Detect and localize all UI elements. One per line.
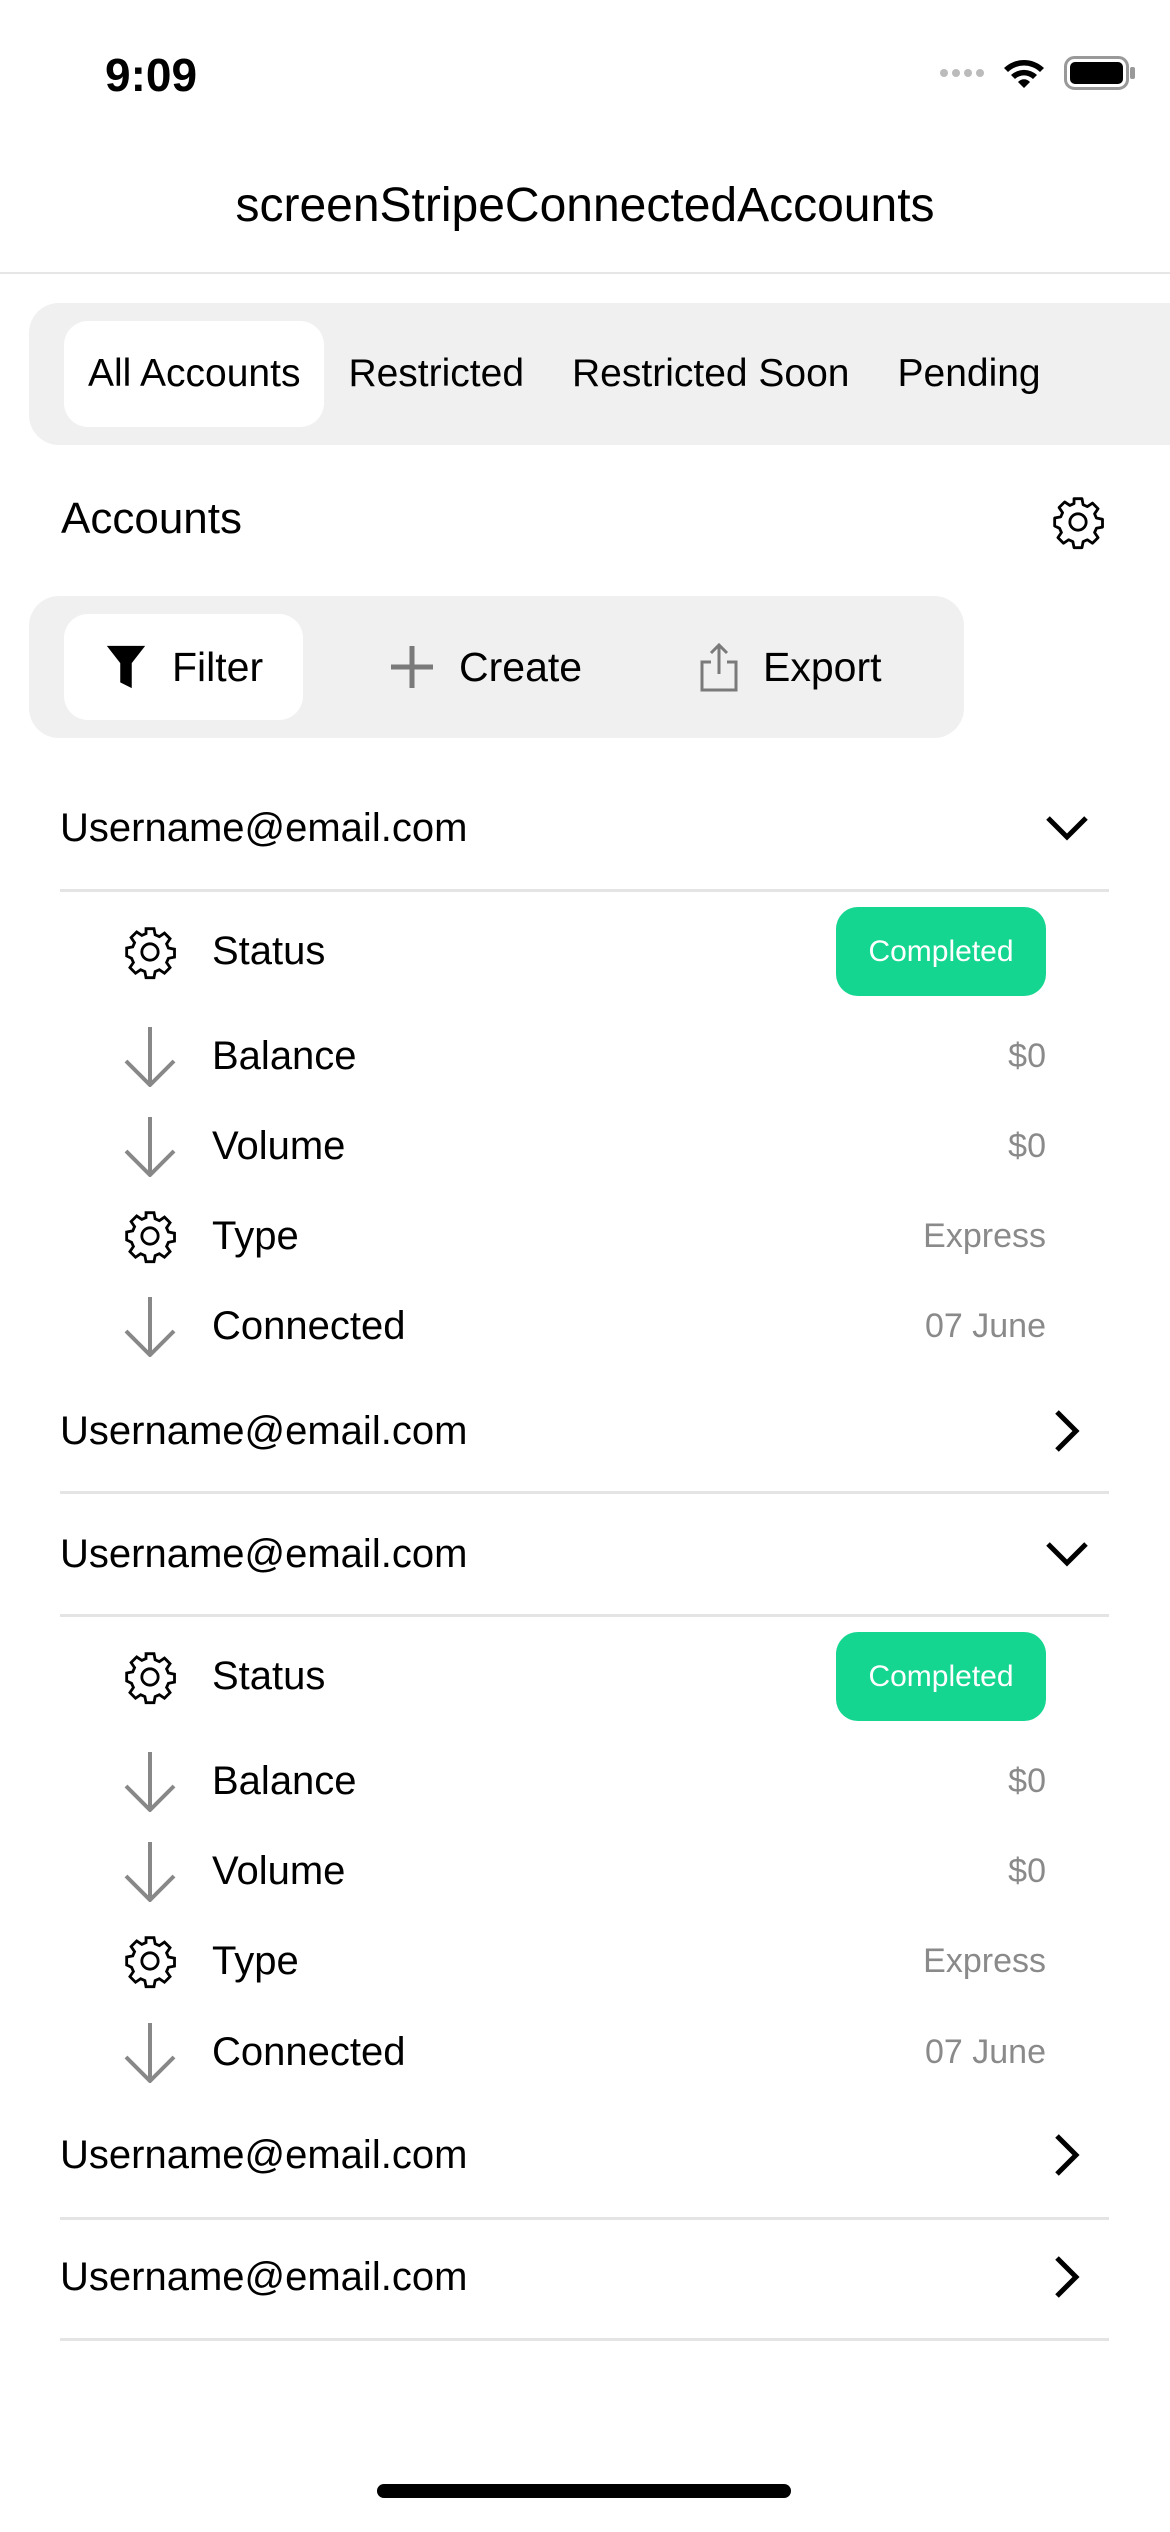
arrow-down-icon xyxy=(124,2023,176,2083)
account-row[interactable]: Username@email.com xyxy=(60,800,1109,856)
detail-connected: Connected 07 June xyxy=(118,2022,1046,2083)
detail-status: Status Completed xyxy=(118,907,1046,996)
detail-label: Status xyxy=(212,1654,326,1698)
filter-label: Filter xyxy=(172,643,264,690)
tab-all-accounts[interactable]: All Accounts xyxy=(64,321,325,427)
settings-gear-icon[interactable] xyxy=(1050,494,1106,550)
account-row[interactable]: Username@email.com xyxy=(60,1526,1109,1582)
detail-balance: Balance $0 xyxy=(118,1026,1046,1087)
tab-restricted[interactable]: Restricted xyxy=(324,321,548,427)
arrow-down-icon xyxy=(124,1752,176,1812)
filter-icon xyxy=(106,645,146,689)
account-tabs: All Accounts Restricted Restricted Soon … xyxy=(29,303,1170,445)
status-badge: Completed xyxy=(836,1632,1046,1721)
export-label: Export xyxy=(763,643,882,690)
account-email: Username@email.com xyxy=(60,2254,468,2299)
gear-icon xyxy=(125,1651,176,1704)
arrow-down-icon xyxy=(124,1117,176,1177)
detail-label: Connected xyxy=(212,2029,406,2074)
status-icons xyxy=(940,56,1136,90)
detail-label: Connected xyxy=(212,1303,406,1348)
detail-value: $0 xyxy=(1008,1761,1046,1800)
section-title: Accounts xyxy=(61,494,242,543)
divider xyxy=(60,889,1109,892)
chevron-right-icon[interactable] xyxy=(1053,2255,1081,2299)
plus-icon xyxy=(391,646,433,688)
create-button[interactable]: Create xyxy=(349,614,622,720)
detail-balance: Balance $0 xyxy=(118,1751,1046,1812)
wifi-icon xyxy=(1004,60,1044,88)
chevron-down-icon[interactable] xyxy=(1045,1540,1089,1568)
status-time: 9:09 xyxy=(105,49,198,101)
detail-value: 07 June xyxy=(925,2032,1046,2071)
action-toolbar: Filter Create Export xyxy=(29,596,964,738)
detail-label: Type xyxy=(212,1938,299,1983)
account-row[interactable]: Username@email.com xyxy=(60,1403,1109,1459)
divider xyxy=(60,2338,1109,2341)
tab-restricted-soon[interactable]: Restricted Soon xyxy=(548,321,873,427)
tab-pending[interactable]: Pending xyxy=(874,321,1065,427)
detail-value: $0 xyxy=(1008,1036,1046,1075)
battery-icon xyxy=(1064,56,1135,90)
detail-volume: Volume $0 xyxy=(118,1116,1046,1177)
detail-label: Volume xyxy=(212,1123,346,1168)
detail-label: Type xyxy=(212,1213,299,1258)
detail-label: Status xyxy=(212,929,326,973)
share-icon xyxy=(700,642,738,692)
chevron-right-icon[interactable] xyxy=(1053,2133,1081,2177)
detail-value: Express xyxy=(923,1216,1046,1255)
account-email: Username@email.com xyxy=(60,2132,468,2177)
account-email: Username@email.com xyxy=(60,805,468,850)
account-row[interactable]: Username@email.com xyxy=(60,2249,1109,2305)
arrow-down-icon xyxy=(124,1297,176,1357)
signal-icon xyxy=(940,69,984,77)
account-email: Username@email.com xyxy=(60,1531,468,1576)
filter-button[interactable]: Filter xyxy=(64,614,304,720)
detail-type: Type Express xyxy=(118,1206,1046,1266)
status-badge: Completed xyxy=(836,907,1046,996)
detail-value: 07 June xyxy=(925,1306,1046,1345)
arrow-down-icon xyxy=(124,1027,176,1087)
chevron-right-icon[interactable] xyxy=(1053,1409,1081,1453)
detail-type: Type Express xyxy=(118,1931,1046,1991)
detail-value: Express xyxy=(923,1941,1046,1980)
detail-label: Balance xyxy=(212,1033,357,1078)
account-email: Username@email.com xyxy=(60,1408,468,1453)
detail-connected: Connected 07 June xyxy=(118,1296,1046,1357)
gear-icon xyxy=(125,1936,176,1989)
divider xyxy=(60,2217,1109,2220)
header-divider xyxy=(0,272,1170,274)
page-title: screenStripeConnectedAccounts xyxy=(235,179,935,232)
detail-volume: Volume $0 xyxy=(118,1841,1046,1902)
create-label: Create xyxy=(459,643,583,690)
detail-label: Volume xyxy=(212,1848,346,1893)
gear-icon xyxy=(125,926,176,979)
home-indicator[interactable] xyxy=(377,2484,791,2498)
detail-value: $0 xyxy=(1008,1126,1046,1165)
divider xyxy=(60,1491,1109,1494)
detail-label: Balance xyxy=(212,1758,357,1803)
divider xyxy=(60,1614,1109,1617)
gear-icon xyxy=(125,1211,176,1264)
detail-status: Status Completed xyxy=(118,1632,1046,1721)
arrow-down-icon xyxy=(124,1842,176,1902)
detail-value: $0 xyxy=(1008,1851,1046,1890)
export-button[interactable]: Export xyxy=(659,614,922,720)
account-row[interactable]: Username@email.com xyxy=(60,2127,1109,2183)
chevron-down-icon[interactable] xyxy=(1045,814,1089,842)
